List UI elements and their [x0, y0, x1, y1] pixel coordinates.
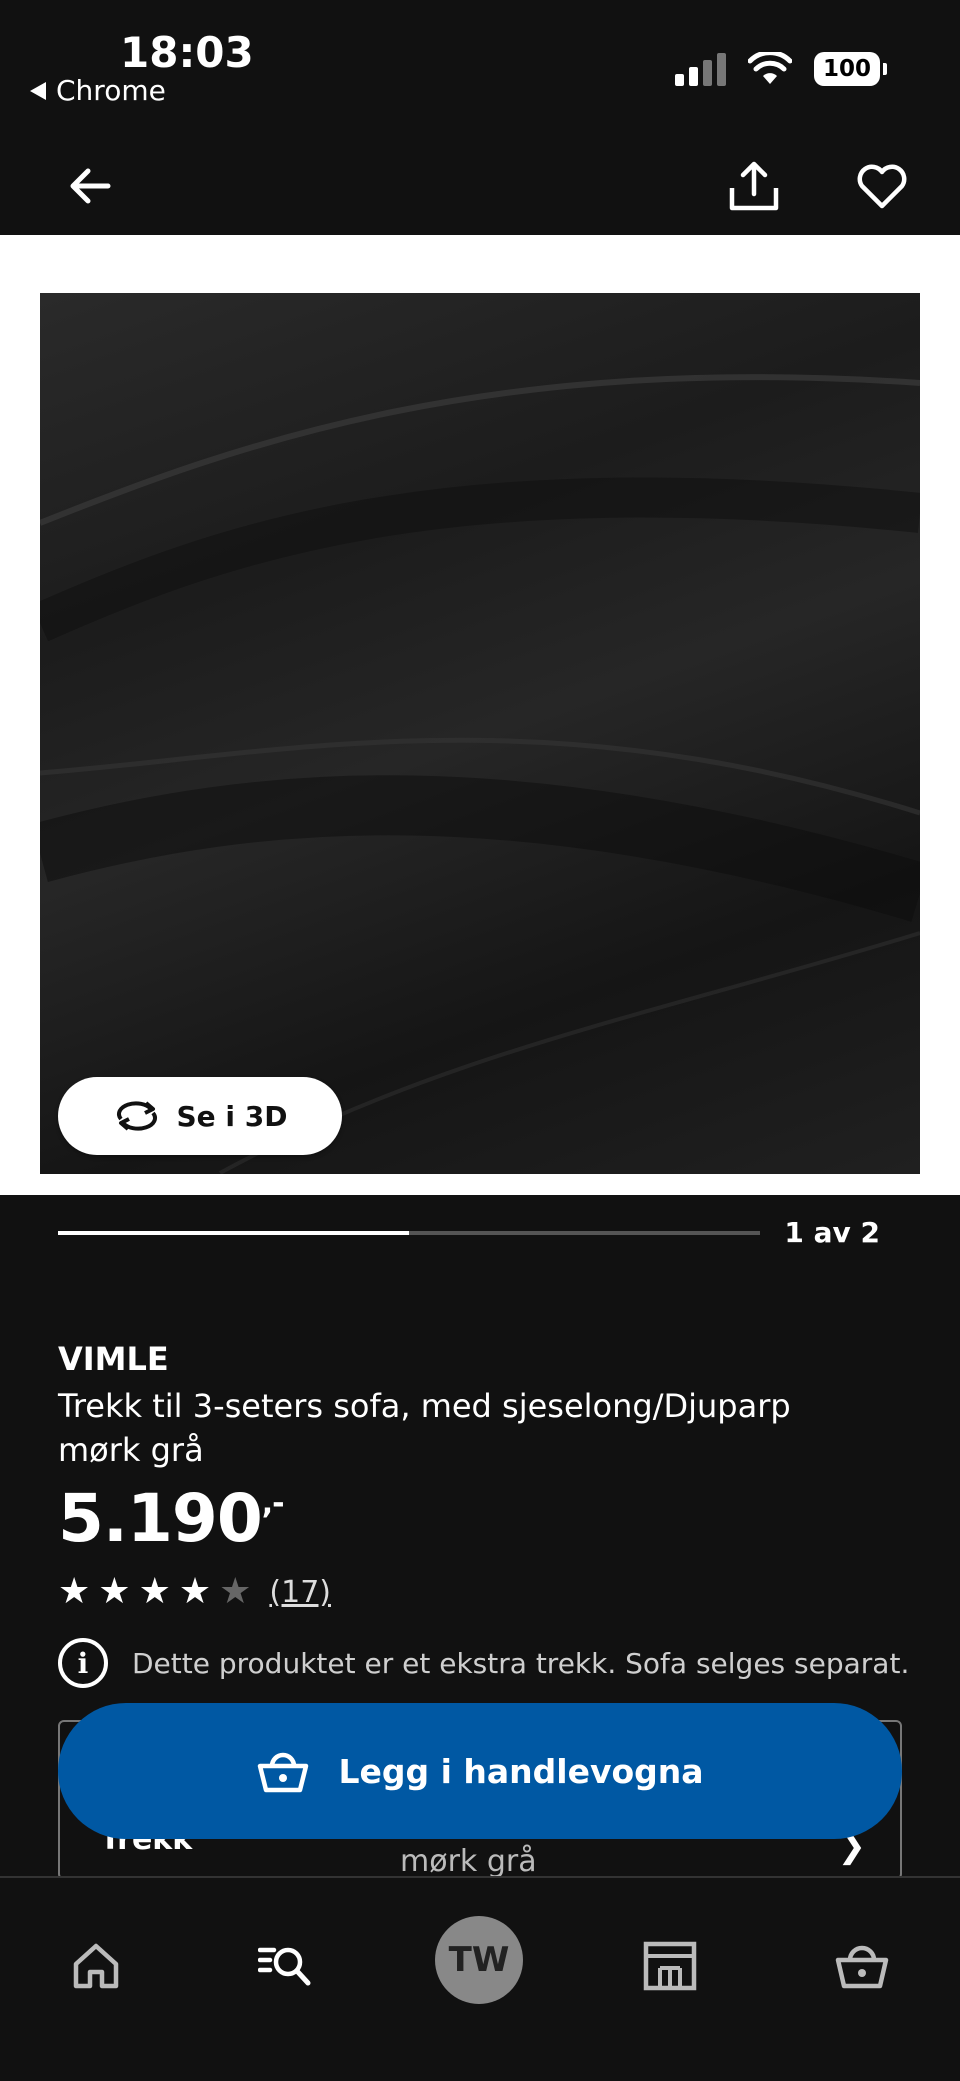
cart-icon[interactable]	[834, 1938, 890, 1994]
status-time: 18:03	[120, 28, 254, 77]
battery-indicator: 100	[814, 52, 887, 86]
variant-value: mørk grå	[400, 1844, 537, 1879]
carousel-progress	[58, 1231, 760, 1235]
star-filled-icon: ★	[58, 1571, 91, 1612]
image-page-indicator: 1 av 2	[784, 1216, 880, 1249]
back-app-label: Chrome	[56, 74, 166, 107]
star-filled-icon: ★	[138, 1571, 171, 1612]
rotate-3d-icon	[116, 1101, 157, 1131]
product-description-line1: Trekk til 3-seters sofa, med sjeselong/D…	[58, 1387, 791, 1425]
search-icon[interactable]	[258, 1938, 314, 1994]
store-icon[interactable]	[642, 1938, 698, 1994]
product-brand: VIMLE	[58, 1340, 169, 1378]
back-to-app-link[interactable]: Chrome	[30, 74, 166, 107]
basket-icon	[258, 1752, 309, 1793]
review-count-link[interactable]: (17)	[269, 1575, 331, 1610]
profile-avatar[interactable]: TW	[435, 1916, 523, 2004]
heart-icon[interactable]	[854, 158, 910, 214]
view-in-3d-label: Se i 3D	[176, 1099, 288, 1133]
info-notice: i Dette produktet er et ekstra trekk. So…	[58, 1638, 909, 1688]
star-empty-icon: ★	[219, 1571, 252, 1612]
add-to-cart-button[interactable]: Legg i handlevogna	[58, 1703, 902, 1839]
carousel-progress-fill	[58, 1231, 409, 1235]
status-indicators: 100	[675, 52, 887, 86]
bottom-navigation: TW	[0, 1876, 960, 2081]
info-text: Dette produktet er et ekstra trekk. Sofa…	[132, 1646, 910, 1680]
view-in-3d-button[interactable]: Se i 3D	[58, 1077, 342, 1155]
product-image[interactable]	[40, 293, 920, 1174]
rating-row[interactable]: ★ ★ ★ ★ ★ (17)	[58, 1574, 331, 1610]
back-triangle-icon	[30, 81, 46, 100]
star-filled-icon: ★	[98, 1571, 131, 1612]
share-icon[interactable]	[726, 158, 782, 214]
price-main: 5.190	[58, 1480, 263, 1557]
product-description: Trekk til 3-seters sofa, med sjeselong/D…	[58, 1384, 918, 1472]
back-arrow-icon[interactable]	[62, 158, 118, 214]
star-filled-icon: ★	[178, 1571, 212, 1612]
cellular-signal-icon	[675, 52, 726, 86]
fabric-texture	[40, 374, 920, 1174]
wifi-icon	[748, 52, 792, 84]
star-rating: ★ ★ ★ ★ ★	[58, 1574, 251, 1610]
product-color: mørk grå	[58, 1431, 204, 1469]
add-to-cart-label: Legg i handlevogna	[338, 1751, 704, 1791]
home-icon[interactable]	[68, 1938, 124, 1994]
product-price: 5.190,-	[58, 1480, 285, 1557]
price-suffix: ,-	[261, 1486, 285, 1521]
info-icon: i	[58, 1638, 108, 1688]
